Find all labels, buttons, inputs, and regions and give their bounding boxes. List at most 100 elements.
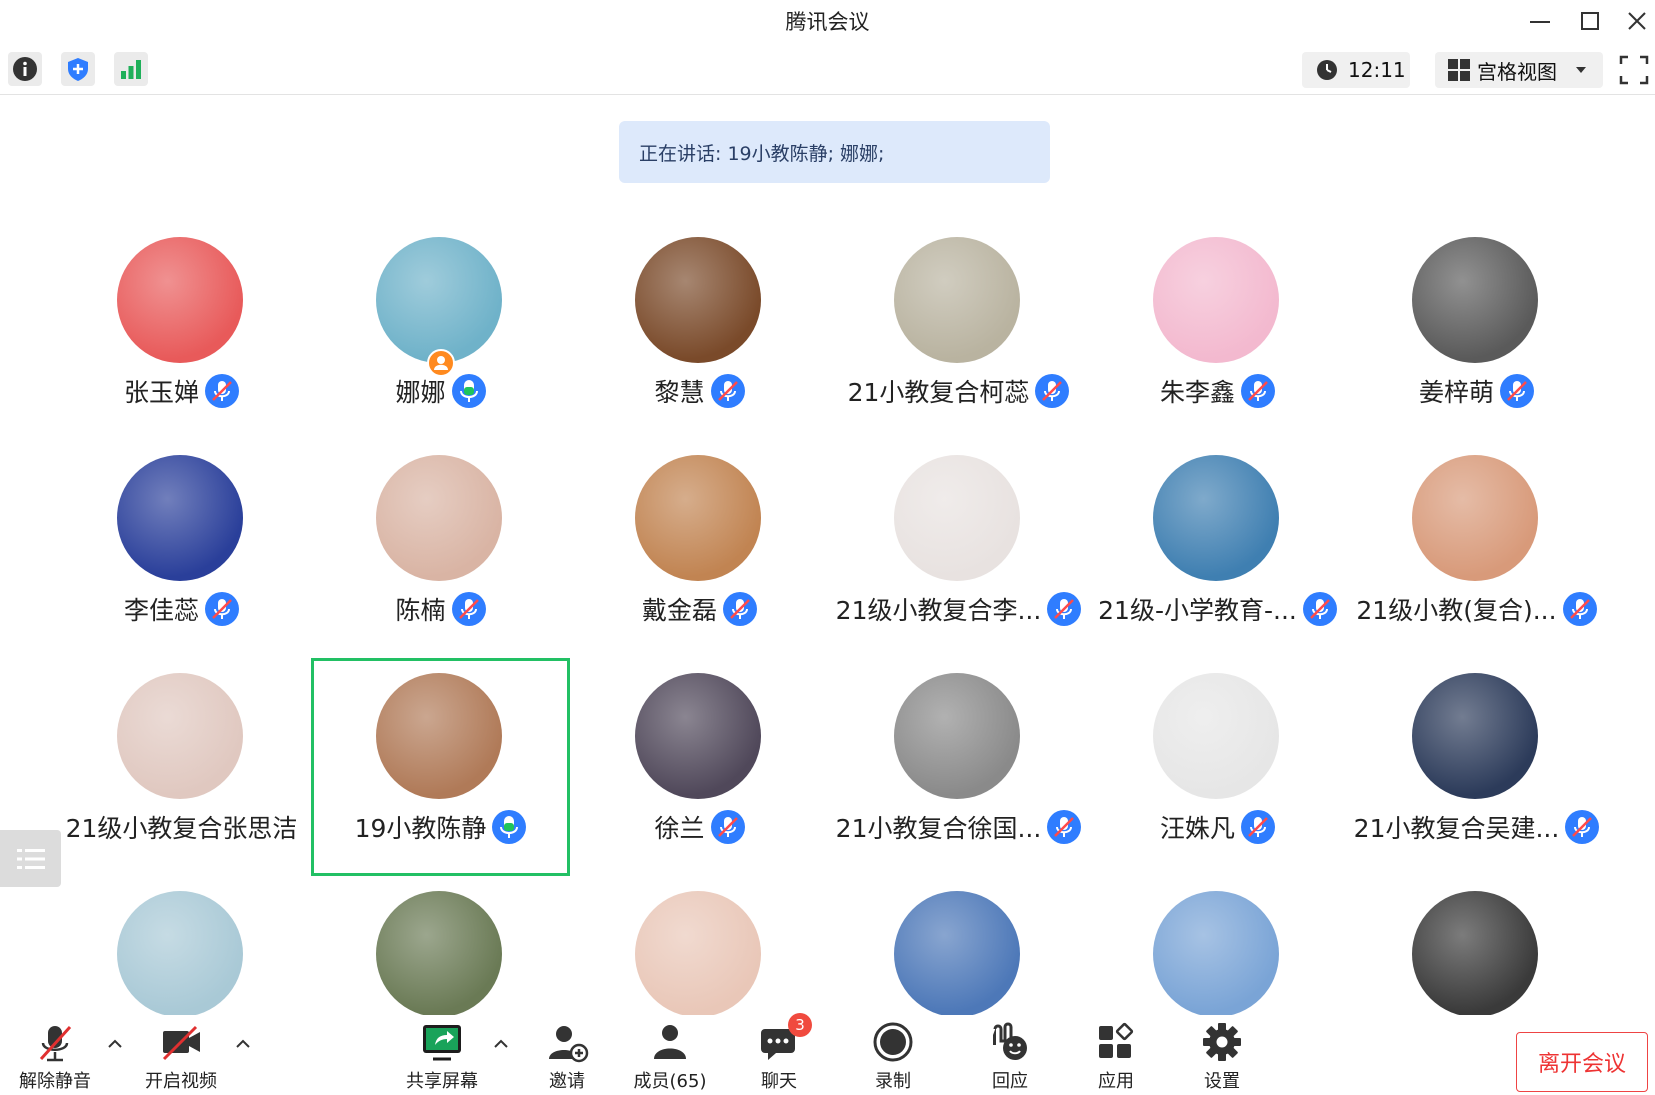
participant-tile[interactable]: 陈楠 xyxy=(311,440,570,658)
participant-tile[interactable]: 徐兰 xyxy=(570,658,829,876)
participant-tile[interactable]: 19小教陈静 xyxy=(311,658,570,876)
participant-list-toggle[interactable] xyxy=(0,830,61,887)
participant-tile[interactable]: 汪姝凡 xyxy=(1088,658,1347,876)
avatar xyxy=(376,891,502,1017)
participant-tile[interactable]: 21级-小学教育-... xyxy=(1088,440,1347,658)
chevron-up-icon[interactable] xyxy=(106,1035,124,1053)
participant-tile[interactable]: 姜梓萌 xyxy=(1347,222,1606,440)
view-mode-dropdown[interactable]: 宫格视图 xyxy=(1435,52,1603,88)
participant-tile[interactable] xyxy=(311,876,570,1017)
reaction-button[interactable]: 回应 xyxy=(983,1021,1037,1095)
mic-muted-icon xyxy=(1047,810,1082,844)
mic-muted-icon xyxy=(1500,374,1534,408)
leave-meeting-button[interactable]: 离开会议 xyxy=(1516,1032,1648,1092)
participant-name: 汪姝凡 xyxy=(1159,814,1235,843)
mic-muted-icon xyxy=(723,592,757,626)
mic-muted-icon xyxy=(205,592,239,626)
participant-name-row: 张玉婵 xyxy=(52,373,311,409)
chat-icon: 3 xyxy=(756,1013,812,1065)
participant-tile[interactable]: 朱李鑫 xyxy=(1088,222,1347,440)
participant-name: 21小教复合徐国... xyxy=(835,814,1042,843)
share-screen-button[interactable]: 共享屏幕 xyxy=(404,1021,480,1095)
participant-tile[interactable]: 黎慧 xyxy=(570,222,829,440)
participant-name-row: 徐兰 xyxy=(570,809,829,845)
mic-muted-icon xyxy=(1302,592,1337,626)
participant-name-row: 李佳蕊 xyxy=(52,591,311,627)
participant-name-row: 21小教复合徐国... xyxy=(829,809,1088,845)
participant-tile[interactable] xyxy=(1347,876,1606,1017)
participant-name: 李佳蕊 xyxy=(123,596,199,625)
mic-speaking-icon xyxy=(492,810,527,844)
participant-tile[interactable]: 21小教复合徐国... xyxy=(829,658,1088,876)
participant-tile[interactable]: 21级小教复合张思洁 xyxy=(52,658,311,876)
fullscreen-icon[interactable] xyxy=(1618,54,1650,86)
participant-name-row: 21小教复合柯蕊 xyxy=(829,373,1088,409)
invite-label: 邀请 xyxy=(549,1071,585,1092)
close-icon[interactable] xyxy=(1619,6,1655,38)
add-user-icon xyxy=(544,1021,590,1065)
mic-speaking-icon xyxy=(451,374,486,408)
maximize-icon[interactable] xyxy=(1572,6,1608,38)
mic-muted-icon xyxy=(1241,374,1275,408)
avatar xyxy=(1153,891,1279,1017)
avatar xyxy=(117,455,243,581)
participant-tile[interactable]: 21小教复合吴建... xyxy=(1347,658,1606,876)
participant-name: 21级小教(复合)... xyxy=(1356,596,1557,625)
share-screen-icon xyxy=(419,1021,465,1065)
network-signal-icon[interactable] xyxy=(114,52,148,86)
caret-down-icon xyxy=(1575,65,1587,75)
participant-tile[interactable]: 21小教复合柯蕊 xyxy=(829,222,1088,440)
participant-name-row: 21级小教(复合)... xyxy=(1347,591,1606,627)
avatar xyxy=(1153,673,1279,799)
members-label: 成员(65) xyxy=(633,1071,707,1092)
info-icon[interactable] xyxy=(8,52,42,86)
participant-name: 21级小教复合李... xyxy=(835,596,1042,625)
avatar xyxy=(1412,673,1538,799)
participant-name: 朱李鑫 xyxy=(1159,378,1235,407)
participant-tile[interactable]: 21级小教(复合)... xyxy=(1347,440,1606,658)
participant-tile[interactable] xyxy=(52,876,311,1017)
participant-name: 19小教陈静 xyxy=(354,814,487,843)
avatar xyxy=(376,237,502,363)
participant-tile[interactable]: 李佳蕊 xyxy=(52,440,311,658)
participant-tile[interactable]: 娜娜 xyxy=(311,222,570,440)
participant-name-row: 黎慧 xyxy=(570,373,829,409)
chat-button[interactable]: 3 聊天 xyxy=(752,1013,812,1095)
participant-tile[interactable] xyxy=(1088,876,1347,1017)
settings-button[interactable]: 设置 xyxy=(1195,1021,1249,1095)
members-button[interactable]: 成员(65) xyxy=(630,1021,710,1095)
unmute-button[interactable]: 解除静音 xyxy=(17,1021,93,1095)
participant-name-row: 21小教复合吴建... xyxy=(1347,809,1606,845)
reaction-icon xyxy=(987,1021,1033,1065)
participant-name-row: 汪姝凡 xyxy=(1088,809,1347,845)
record-button[interactable]: 录制 xyxy=(866,1021,920,1095)
avatar xyxy=(894,455,1020,581)
avatar xyxy=(894,237,1020,363)
mic-muted-icon xyxy=(710,374,745,408)
participant-name-row: 戴金磊 xyxy=(570,591,829,627)
participant-tile[interactable]: 戴金磊 xyxy=(570,440,829,658)
apps-label: 应用 xyxy=(1098,1071,1134,1092)
meeting-timer[interactable]: 12:11 xyxy=(1302,52,1410,88)
participant-name-row: 朱李鑫 xyxy=(1088,373,1347,409)
participant-tile[interactable] xyxy=(829,876,1088,1017)
chevron-up-icon[interactable] xyxy=(234,1035,252,1053)
participant-tile[interactable] xyxy=(570,876,829,1017)
apps-button[interactable]: 应用 xyxy=(1089,1021,1143,1095)
participant-name: 徐兰 xyxy=(654,814,705,843)
avatar xyxy=(635,891,761,1017)
participant-name-row: 21级小教复合李... xyxy=(829,591,1088,627)
chevron-up-icon[interactable] xyxy=(492,1035,510,1053)
mic-muted-icon xyxy=(205,374,239,408)
avatar xyxy=(1153,455,1279,581)
members-icon xyxy=(647,1021,693,1065)
start-video-button[interactable]: 开启视频 xyxy=(143,1021,219,1095)
invite-button[interactable]: 邀请 xyxy=(540,1021,594,1095)
participant-name: 姜梓萌 xyxy=(1418,378,1494,407)
participant-tile[interactable]: 张玉婵 xyxy=(52,222,311,440)
avatar xyxy=(1412,455,1538,581)
security-shield-icon[interactable] xyxy=(61,52,95,86)
avatar xyxy=(894,891,1020,1017)
participant-tile[interactable]: 21级小教复合李... xyxy=(829,440,1088,658)
minimize-icon[interactable] xyxy=(1522,6,1558,38)
